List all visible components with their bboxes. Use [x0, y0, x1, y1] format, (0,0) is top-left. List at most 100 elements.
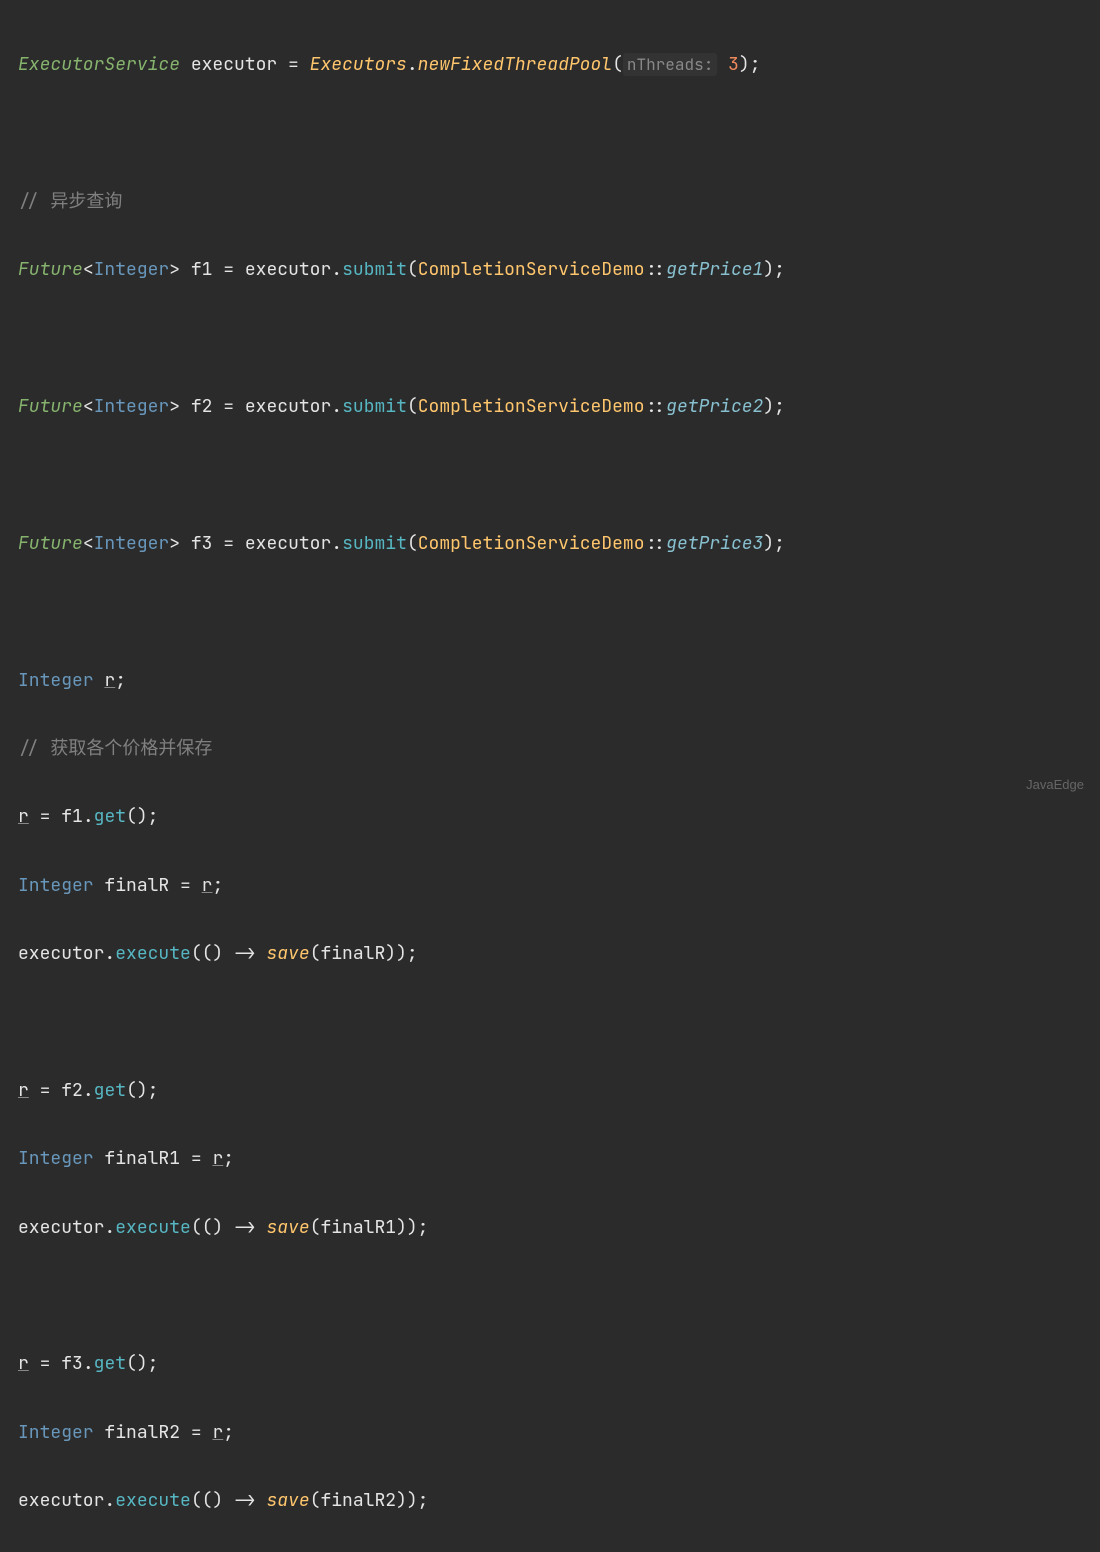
- generic-token: Integer: [94, 395, 170, 418]
- lambda-token: (() ->: [191, 1489, 267, 1512]
- variable-token: executor: [245, 258, 331, 281]
- double-colon-token: ::: [645, 395, 667, 418]
- type-token: ExecutorService: [18, 53, 180, 76]
- dot-token: .: [331, 395, 342, 418]
- blank-line: [18, 322, 1082, 356]
- lambda-token: (() ->: [191, 942, 267, 965]
- dot-token: .: [83, 1079, 94, 1102]
- dot-token: .: [104, 1216, 115, 1239]
- variable-token: r: [18, 1079, 29, 1102]
- paren-token: ): [763, 395, 774, 418]
- dot-token: .: [104, 942, 115, 965]
- paren-token: ): [763, 532, 774, 555]
- method-token: save: [266, 1216, 309, 1239]
- variable-token: r: [18, 1352, 29, 1375]
- angle-token: <: [83, 395, 94, 418]
- operator-token: =: [180, 1421, 212, 1444]
- code-line: Integer finalR = r;: [18, 869, 1082, 903]
- variable-token: f1: [61, 805, 83, 828]
- method-token: execute: [115, 942, 191, 965]
- method-token: save: [266, 942, 309, 965]
- variable-token: finalR: [320, 942, 385, 965]
- space-token: [180, 532, 191, 555]
- comment-line: // 异步查询: [18, 185, 1082, 219]
- variable-token: finalR2: [104, 1421, 180, 1444]
- double-colon-token: ::: [645, 258, 667, 281]
- paren-token: (): [126, 1079, 148, 1102]
- class-token: Executors: [310, 53, 407, 76]
- operator-token: =: [212, 258, 244, 281]
- angle-token: >: [169, 532, 180, 555]
- method-token: save: [266, 1489, 309, 1512]
- variable-token: r: [18, 805, 29, 828]
- operator-token: =: [29, 1352, 61, 1375]
- operator-token: =: [212, 395, 244, 418]
- semicolon-token: ;: [223, 1147, 234, 1170]
- operator-token: =: [212, 532, 244, 555]
- operator-token: =: [29, 1079, 61, 1102]
- dot-token: .: [331, 258, 342, 281]
- paren-token: (: [407, 258, 418, 281]
- type-token: Future: [18, 532, 83, 555]
- type-token: Future: [18, 395, 83, 418]
- variable-token: r: [212, 1421, 223, 1444]
- semicolon-token: ;: [148, 805, 159, 828]
- variable-token: executor: [245, 395, 331, 418]
- class-token: CompletionServiceDemo: [418, 258, 645, 281]
- blank-line: [18, 1279, 1082, 1313]
- semicolon-token: ;: [774, 258, 785, 281]
- operator-token: =: [169, 874, 201, 897]
- code-line: Future<Integer> f2 = executor.submit(Com…: [18, 390, 1082, 424]
- variable-token: r: [104, 669, 115, 692]
- paren-token: (: [407, 532, 418, 555]
- operator-token: =: [180, 1147, 212, 1170]
- space-token: [180, 395, 191, 418]
- angle-token: >: [169, 258, 180, 281]
- code-line: r = f3.get();: [18, 1347, 1082, 1381]
- comment-line: // 获取各个价格并保存: [18, 732, 1082, 766]
- class-token: CompletionServiceDemo: [418, 395, 645, 418]
- paren-token: (): [126, 805, 148, 828]
- method-token: submit: [342, 395, 407, 418]
- blank-line: [18, 117, 1082, 151]
- param-hint: nThreads:: [623, 53, 717, 76]
- variable-token: f1: [191, 258, 213, 281]
- variable-token: executor: [18, 1489, 104, 1512]
- code-line: Integer r;: [18, 664, 1082, 698]
- method-token: submit: [342, 258, 407, 281]
- code-line: Future<Integer> f1 = executor.submit(Com…: [18, 253, 1082, 287]
- generic-token: Integer: [94, 258, 170, 281]
- dot-token: .: [104, 1489, 115, 1512]
- paren-token: (: [612, 53, 623, 76]
- method-token: newFixedThreadPool: [418, 53, 612, 76]
- space-token: [717, 53, 728, 76]
- code-line: executor.execute(() -> save(finalR));: [18, 937, 1082, 971]
- blank-line: [18, 1005, 1082, 1039]
- lambda-token: (() ->: [191, 1216, 267, 1239]
- blank-line: [18, 595, 1082, 629]
- dot-token: .: [331, 532, 342, 555]
- variable-token: r: [212, 1147, 223, 1170]
- code-line: r = f1.get();: [18, 800, 1082, 834]
- paren-token: (: [310, 1216, 321, 1239]
- paren-token: (: [407, 395, 418, 418]
- paren-token: ));: [396, 1489, 428, 1512]
- variable-token: finalR2: [320, 1489, 396, 1512]
- dot-token: .: [83, 805, 94, 828]
- method-token: get: [94, 1352, 126, 1375]
- semicolon-token: ;: [774, 395, 785, 418]
- paren-token: (): [126, 1352, 148, 1375]
- code-line: r = f2.get();: [18, 1074, 1082, 1108]
- variable-token: executor: [245, 532, 331, 555]
- number-token: 3: [728, 53, 739, 76]
- paren-token: ): [763, 258, 774, 281]
- code-line: Future<Integer> f3 = executor.submit(Com…: [18, 527, 1082, 561]
- space-token: [94, 669, 105, 692]
- generic-token: Integer: [94, 532, 170, 555]
- double-colon-token: ::: [645, 532, 667, 555]
- blank-line: [18, 458, 1082, 492]
- method-token: execute: [115, 1489, 191, 1512]
- code-editor[interactable]: ExecutorService executor = Executors. new…: [18, 14, 1082, 1552]
- semicolon-token: ;: [148, 1079, 159, 1102]
- variable-token: r: [202, 874, 213, 897]
